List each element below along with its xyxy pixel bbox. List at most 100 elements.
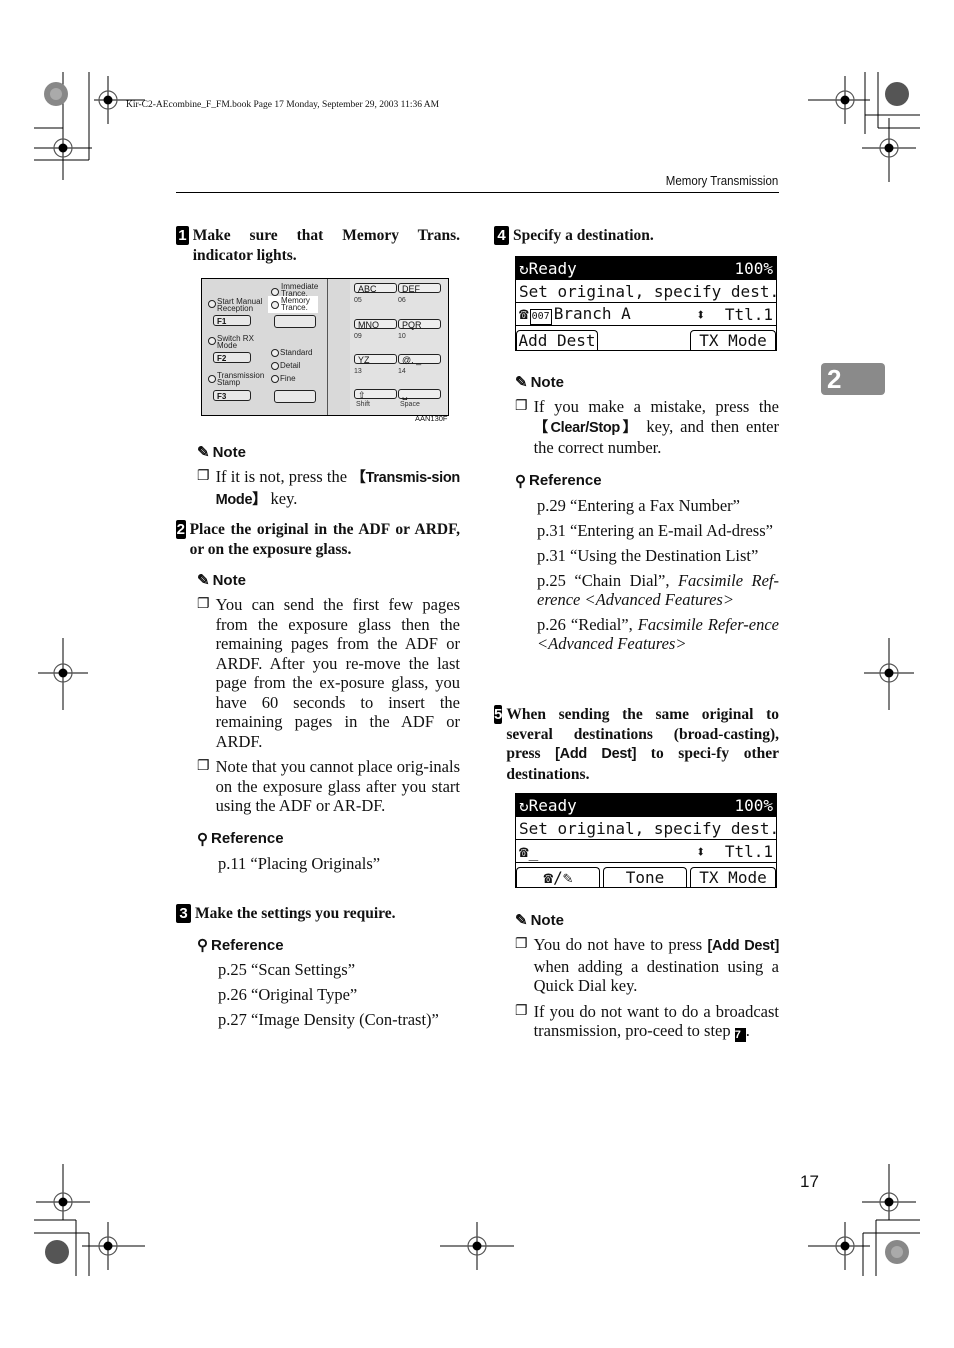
- note-step2: ✎ Note ❐ You can send the first few pages …: [197, 571, 460, 873]
- led-detail: [271, 362, 279, 370]
- led-fine: [271, 375, 279, 383]
- reference-heading: Reference: [211, 936, 284, 954]
- control-panel-illustration: Immediate Trance. Memory Trance. Start M…: [201, 278, 449, 416]
- running-head: Memory Transmission: [665, 174, 778, 188]
- entry-cursor: _: [528, 841, 539, 861]
- reference-item: p.25 “Scan Settings”: [218, 960, 356, 979]
- resolution-key: [274, 390, 316, 403]
- header-rule: [176, 192, 779, 193]
- note-heading: Note: [530, 373, 564, 391]
- step-number: 3: [176, 904, 191, 923]
- lcd-screen-1: ↻Ready 100% Set original, specify dest. …: [515, 256, 779, 351]
- note-heading: Note: [212, 443, 246, 461]
- add-dest-button[interactable]: Add Dest: [516, 330, 598, 350]
- step-number: 2: [176, 520, 186, 539]
- step-text: Make sure that Memory Trans. indicator l…: [192, 227, 460, 264]
- key-label: [Add Dest]: [707, 938, 780, 954]
- step-2: 2 Place the original in the ADF or ARDF,…: [176, 520, 460, 559]
- label-detail: Detail: [280, 361, 301, 370]
- message-line: Set original, specify dest.: [516, 817, 779, 840]
- f3-key: F3: [213, 390, 251, 401]
- checkbox-icon: ❐: [515, 937, 528, 952]
- step-4: 4 Specify a destination.: [494, 226, 779, 246]
- label-standard: Standard: [280, 348, 313, 357]
- note-step1: ✎ Note ❐ If it is not, press the 【Transmi…: [197, 443, 460, 510]
- tone-button[interactable]: Tone: [603, 867, 687, 887]
- reference-item: p.31 “Entering an E-mail Ad-dress”: [537, 520, 773, 540]
- figure-id: AAN130F: [415, 414, 448, 423]
- magnifier-icon: ⚲: [197, 830, 208, 848]
- note-heading: Note: [212, 571, 246, 589]
- reference-item: p.26 “Original Type”: [218, 985, 358, 1004]
- chapter-tab: 2: [821, 363, 885, 395]
- reference-item: p.11 “Placing Originals”: [218, 853, 381, 873]
- step-1: 1 Make sure that Memory Trans. indicator…: [176, 226, 460, 265]
- label-switch-rx: Switch RX Mode: [217, 334, 254, 350]
- phone-icon: ☎: [519, 841, 529, 861]
- checkbox-icon: ❐: [197, 759, 210, 774]
- f2-key: F2: [213, 352, 251, 363]
- power-icon: ↻: [519, 258, 529, 278]
- note-item: ❐ If it is not, press the 【Transmis-sion…: [197, 467, 460, 510]
- quick-key-yz: YZ: [354, 354, 397, 365]
- step-text: Make the settings you require.: [195, 905, 396, 922]
- note-heading: Note: [530, 911, 564, 929]
- dest-name: Branch A: [553, 303, 631, 323]
- reference-heading: Reference: [211, 830, 284, 847]
- label-immediate: Immediate Trance.: [281, 282, 319, 298]
- print-slug: Kir-C2-AEcombine_F_FM.book Page 17 Monda…: [126, 100, 440, 110]
- space-key: ␣: [398, 389, 441, 400]
- total-count: Ttl.1: [724, 841, 773, 861]
- step-number: 5: [494, 705, 503, 724]
- led-tx-stamp: [208, 375, 216, 383]
- note-item: ❐ You do not have to press [Add Dest] wh…: [515, 935, 780, 995]
- up-down-arrow-icon: ⬍: [695, 304, 706, 324]
- note-step5: ✎ Note ❐ You do not have to press [Add De…: [515, 911, 779, 1042]
- reference-item: p.25 “Chain Dial”, Facsimile Ref-erence …: [537, 570, 780, 609]
- led-memory: [271, 301, 279, 309]
- quick-key-at: @. _: [398, 354, 441, 365]
- total-count: Ttl.1: [724, 304, 773, 324]
- step-text: Place the original in the ADF or ARDF, o…: [189, 521, 460, 558]
- magnifier-icon: ⚲: [515, 472, 526, 490]
- memory-key: [274, 315, 316, 328]
- quick-key-mno: MNO: [354, 319, 397, 330]
- phone-icon: ☎: [519, 303, 529, 323]
- magnifier-icon: ⚲: [197, 937, 208, 954]
- label-memory: Memory Trance.: [281, 296, 310, 312]
- key-label: 【Clear/Stop】: [533, 419, 640, 436]
- step-5: 5 When sending the same original to seve…: [494, 705, 779, 783]
- fax-email-toggle-button[interactable]: ☎/✎: [516, 867, 600, 887]
- step-number: 1: [176, 226, 189, 245]
- tx-mode-button[interactable]: TX Mode: [690, 330, 776, 350]
- checkbox-icon: ❐: [515, 1003, 528, 1019]
- lcd-screen-2: ↻Ready 100% Set original, specify dest. …: [515, 793, 779, 888]
- f1-key: F1: [213, 315, 251, 326]
- crop-marks: [34, 72, 920, 1276]
- note-item: ❐ You can send the first few pages from t…: [197, 595, 460, 751]
- tx-mode-button[interactable]: TX Mode: [690, 867, 776, 887]
- step-ref-badge: 7: [734, 1028, 746, 1042]
- note-item: ❐ If you make a mistake, press the 【Clea…: [515, 397, 779, 457]
- quick-key-def: DEF: [398, 283, 441, 294]
- note-item: ❐ Note that you cannot place orig-inals o…: [197, 757, 460, 815]
- quick-key-pqr: PQR: [398, 319, 441, 330]
- dest-number: 007: [529, 308, 552, 325]
- step-3: 3 Make the settings you require.: [176, 904, 460, 924]
- shift-key: ⇧: [354, 389, 397, 400]
- up-down-arrow-icon: ⬍: [695, 841, 706, 861]
- pencil-icon: ✎: [197, 444, 210, 461]
- page-number: 17: [800, 1172, 819, 1191]
- led-standard: [271, 349, 279, 357]
- pencil-icon: ✎: [515, 912, 528, 929]
- note-item: ❐ If you do not want to do a broadcast t…: [515, 1001, 779, 1042]
- step-text: Specify a destination.: [513, 227, 654, 244]
- reference-step3: ⚲ Reference p.25 “Scan Settings” p.26 “Or…: [197, 936, 460, 1030]
- label-tx-stamp: Transmission Stamp: [217, 371, 265, 387]
- step-number: 4: [494, 226, 509, 245]
- note-step4: ✎ Note ❐ If you make a mistake, press the…: [515, 373, 779, 653]
- reference-item: p.31 “Using the Destination List”: [537, 545, 759, 565]
- led-switch-rx: [208, 337, 216, 345]
- reference-item: p.27 “Image Density (Con-trast)”: [218, 1010, 439, 1029]
- key-label: [Add Dest]: [555, 746, 637, 762]
